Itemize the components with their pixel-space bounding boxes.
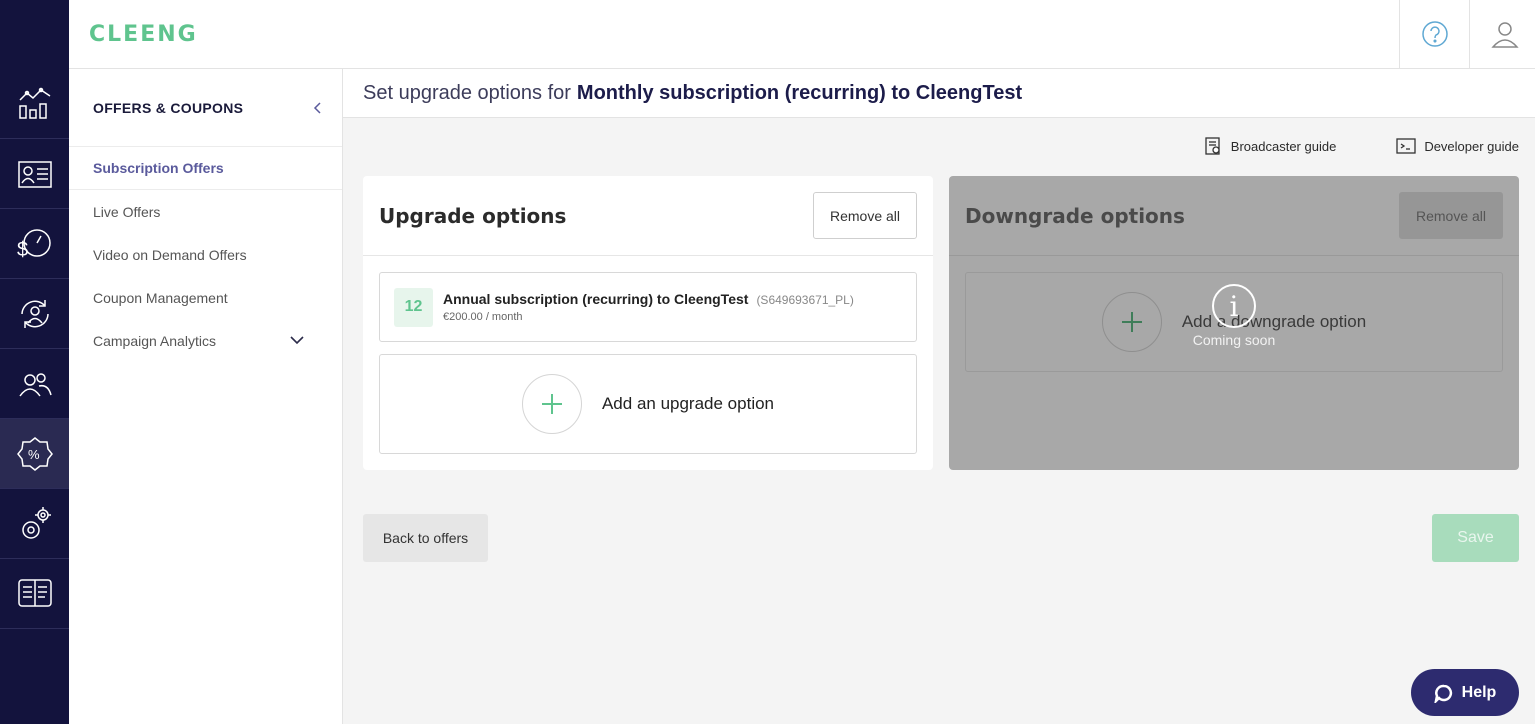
subnav-item-label: Live Offers [93, 203, 161, 220]
offer-title-line: Annual subscription (recurring) to Cleen… [443, 291, 854, 307]
help-widget-button[interactable]: Help [1411, 669, 1519, 716]
subnav-item-coupon-management[interactable]: Coupon Management [69, 276, 342, 319]
save-button[interactable]: Save [1432, 514, 1519, 562]
offer-title: Annual subscription (recurring) to Cleen… [443, 291, 749, 307]
nav-offers[interactable]: % [0, 419, 69, 489]
help-center-button[interactable] [1399, 0, 1469, 68]
offer-price: €200.00 / month [443, 311, 523, 323]
add-downgrade-option-label: Add a downgrade option [1181, 312, 1367, 331]
add-upgrade-option-button[interactable]: Add an upgrade option [379, 354, 917, 454]
developer-guide-link[interactable]: Developer guide [1396, 136, 1519, 156]
upgrade-remove-all-button[interactable]: Remove all [812, 192, 917, 239]
subnav-item-campaign-analytics[interactable]: Campaign Analytics [69, 319, 342, 362]
downgrade-options-panel: Downgrade options Remove all Add a downg… [949, 176, 1519, 470]
svg-text:$: $ [17, 239, 28, 261]
subnav-item-live-offers[interactable]: Live Offers [69, 190, 342, 233]
page-title-subject: Monthly subscription (recurring) to Clee… [576, 81, 1023, 104]
nav-customers[interactable] [0, 139, 69, 209]
page-title: Set upgrade options for Monthly subscrip… [343, 69, 1535, 118]
nav-settings[interactable] [0, 489, 69, 559]
developer-guide-label: Developer guide [1424, 138, 1519, 154]
subnav-item-label: Subscription Offers [93, 160, 224, 176]
downgrade-remove-all-button: Remove all [1398, 192, 1503, 239]
subnav-item-label: Video on Demand Offers [93, 246, 247, 263]
top-bar: CLEENG [69, 0, 1535, 69]
terminal-icon [1396, 138, 1416, 154]
offers-subnav: OFFERS & COUPONS Subscription Offers Liv… [69, 69, 343, 724]
downgrade-panel-title: Downgrade options [965, 203, 1185, 228]
cleeng-logo[interactable]: CLEENG [89, 22, 198, 47]
subnav-title: OFFERS & COUPONS [93, 99, 244, 116]
subnav-header: OFFERS & COUPONS [69, 69, 342, 147]
offer-details: Annual subscription (recurring) to Cleen… [443, 291, 854, 323]
chat-icon [1433, 684, 1452, 703]
user-icon [1490, 22, 1519, 48]
subnav-item-label: Campaign Analytics [93, 332, 216, 349]
main-nav-rail: $ % [0, 0, 69, 724]
guide-links: Broadcaster guide Developer guide [1203, 136, 1519, 156]
collapse-chevron-icon[interactable] [312, 101, 322, 115]
upgrade-offer-card[interactable]: 12 Annual subscription (recurring) to Cl… [379, 272, 917, 342]
question-icon [1421, 21, 1448, 47]
offers-percent-icon: % [16, 436, 53, 471]
upgrade-panel-title: Upgrade options [379, 203, 567, 228]
broadcaster-guide-link[interactable]: Broadcaster guide [1203, 136, 1337, 156]
upgrade-options-panel: Upgrade options Remove all 12 Annual sub… [363, 176, 933, 470]
chevron-down-icon [290, 336, 304, 345]
plus-icon [1101, 292, 1162, 352]
add-upgrade-option-label: Add an upgrade option [601, 394, 775, 413]
nav-retention[interactable] [0, 279, 69, 349]
analytics-icon [18, 87, 50, 119]
downgrade-panel-header: Downgrade options Remove all [949, 176, 1519, 256]
add-downgrade-option-button: Add a downgrade option [965, 272, 1503, 372]
offer-id: (S649693671_PL) [756, 293, 854, 307]
nav-docs[interactable] [0, 559, 69, 629]
subnav-item-vod-offers[interactable]: Video on Demand Offers [69, 233, 342, 276]
offer-period-badge: 12 [394, 287, 433, 327]
subnav-item-label: Coupon Management [93, 289, 228, 306]
broadcaster-guide-label: Broadcaster guide [1230, 138, 1337, 154]
svg-text:%: % [28, 447, 40, 462]
nav-analytics[interactable] [0, 69, 69, 139]
help-label: Help [1461, 683, 1497, 701]
account-button[interactable] [1469, 0, 1535, 68]
plus-icon [521, 374, 582, 434]
revenue-speed-icon: $ [17, 228, 51, 261]
docs-book-icon [17, 578, 52, 607]
document-icon [1205, 137, 1220, 155]
customer-card-icon [17, 160, 52, 188]
subnav-item-subscription-offers[interactable]: Subscription Offers [69, 147, 342, 190]
page-title-prefix: Set upgrade options for [363, 81, 571, 104]
nav-users[interactable] [0, 349, 69, 419]
back-to-offers-button[interactable]: Back to offers [363, 514, 488, 562]
user-refresh-icon [20, 299, 49, 328]
users-icon [18, 372, 52, 396]
nav-revenue[interactable]: $ [0, 209, 69, 279]
upgrade-panel-header: Upgrade options Remove all [363, 176, 933, 256]
settings-icon [21, 506, 51, 539]
